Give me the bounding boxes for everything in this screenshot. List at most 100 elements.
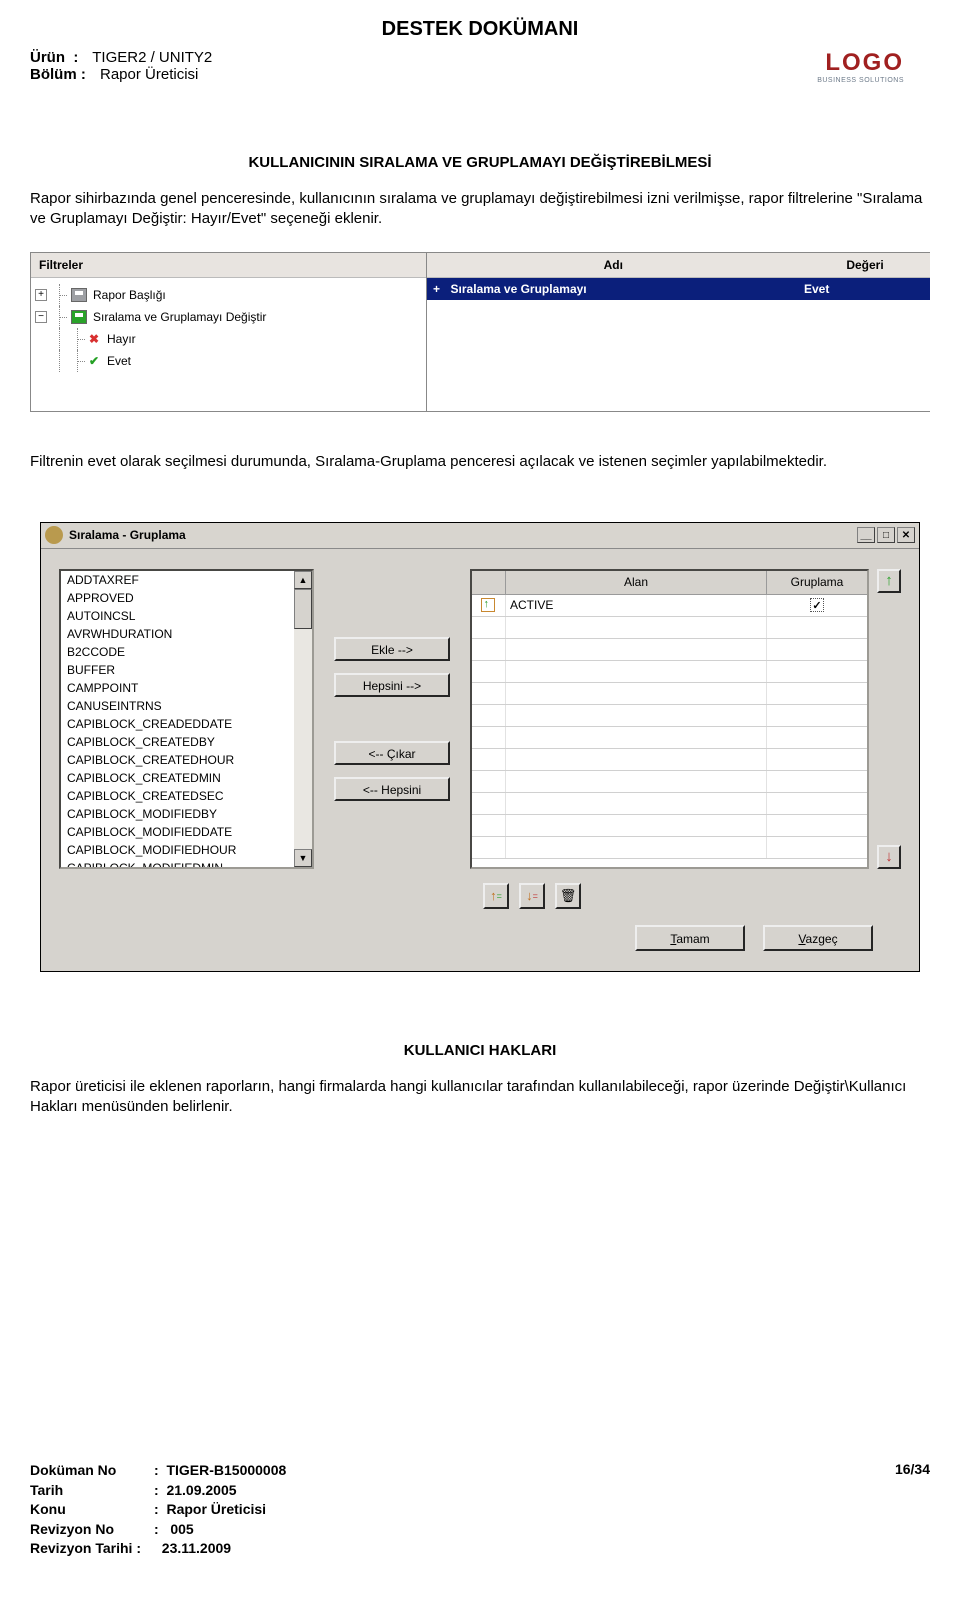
order-toolbar: ↑= ↓= 🗑 — [41, 883, 919, 925]
list-item[interactable]: B2CCODE — [61, 643, 294, 661]
disk-icon — [71, 288, 87, 302]
tree-option-yes[interactable]: ✔ Evet — [35, 350, 422, 372]
product-value: TIGER2 / UNITY2 — [92, 49, 212, 66]
list-item[interactable]: AVRWHDURATION — [61, 625, 294, 643]
cell-field: ACTIVE — [506, 595, 767, 616]
option-label: Hayır — [107, 332, 136, 346]
col-field-header: Alan — [506, 571, 767, 594]
selected-value: Evet — [800, 282, 930, 296]
tree-label: Sıralama ve Gruplamayı Değiştir — [93, 310, 266, 324]
group-checkbox[interactable]: ✓ — [810, 598, 824, 612]
list-item[interactable]: CAPIBLOCK_CREADEDDATE — [61, 715, 294, 733]
logo-text: LOGO — [817, 49, 904, 77]
check-icon: ✔ — [89, 354, 103, 368]
remove-button[interactable]: <-- Çıkar — [334, 741, 450, 765]
tree-option-no[interactable]: ✖ Hayır — [35, 328, 422, 350]
sort-desc-button[interactable]: ↓= — [519, 883, 545, 909]
column-value-header: Değeri — [800, 258, 930, 272]
window-icon — [45, 526, 63, 544]
list-item[interactable]: CAPIBLOCK_MODIFIEDHOUR — [61, 841, 294, 859]
document-title: DESTEK DOKÜMANI — [0, 0, 960, 41]
table-row — [472, 837, 867, 859]
close-button[interactable]: ✕ — [897, 527, 915, 543]
x-icon: ✖ — [89, 332, 103, 346]
table-header: Alan Gruplama — [472, 571, 867, 595]
tree-item[interactable]: + Rapor Başlığı — [35, 284, 422, 306]
footer: Doküman No: TIGER-B15000008 Tarih: 21.09… — [30, 1461, 930, 1559]
selected-filters-header: Adı Değeri — [427, 253, 930, 278]
table-row — [472, 749, 867, 771]
scroll-down-button[interactable]: ▼ — [294, 849, 312, 867]
remove-all-button[interactable]: <-- Hepsini — [334, 777, 450, 801]
selected-name: Sıralama ve Gruplamayı — [447, 282, 800, 296]
collapse-icon[interactable]: − — [35, 311, 47, 323]
table-row — [472, 727, 867, 749]
filters-header: Filtreler — [31, 253, 426, 278]
plus-icon: + — [427, 282, 447, 296]
section-value: Rapor Üreticisi — [100, 66, 198, 83]
scroll-thumb[interactable] — [294, 589, 312, 629]
section-heading-2: KULLANICI HAKLARI — [0, 1042, 960, 1059]
sort-asc-button[interactable]: ↑= — [483, 883, 509, 909]
scroll-up-button[interactable]: ▲ — [294, 571, 312, 589]
window-title: Sıralama - Gruplama — [69, 528, 855, 542]
filter-tree: + Rapor Başlığı − Sıralama ve Gruplamayı… — [31, 278, 426, 411]
filter-panel: Filtreler + Rapor Başlığı − Sıralama ve … — [30, 252, 930, 412]
arrow-up-icon: ↑ — [885, 572, 893, 589]
col-group-header: Gruplama — [767, 571, 867, 594]
tree-item[interactable]: − Sıralama ve Gruplamayı Değiştir — [35, 306, 422, 328]
list-item[interactable]: CAPIBLOCK_CREATEDMIN — [61, 769, 294, 787]
page-number: 16/34 — [895, 1461, 930, 1559]
product-info: Ürün : TIGER2 / UNITY2 Bölüm : Rapor Üre… — [30, 49, 212, 84]
maximize-button[interactable]: □ — [877, 527, 895, 543]
reorder-buttons: ↑ ↓ — [877, 569, 901, 869]
titlebar: Sıralama - Gruplama __ □ ✕ — [41, 523, 919, 549]
table-row — [472, 705, 867, 727]
table-row — [472, 793, 867, 815]
sort-asc-icon[interactable] — [481, 598, 495, 612]
expand-icon[interactable]: + — [35, 289, 47, 301]
minimize-button[interactable]: __ — [857, 527, 875, 543]
footer-meta: Doküman No: TIGER-B15000008 Tarih: 21.09… — [30, 1461, 286, 1559]
list-item[interactable]: CAPIBLOCK_CREATEDHOUR — [61, 751, 294, 769]
list-item[interactable]: APPROVED — [61, 589, 294, 607]
list-item[interactable]: CAMPPOINT — [61, 679, 294, 697]
add-all-button[interactable]: Hepsini --> — [334, 673, 450, 697]
table-row — [472, 639, 867, 661]
list-item[interactable]: CAPIBLOCK_CREATEDSEC — [61, 787, 294, 805]
paragraph-1: Rapor sihirbazında genel penceresinde, k… — [30, 189, 930, 230]
list-item[interactable]: ADDTAXREF — [61, 571, 294, 589]
list-item[interactable]: CANUSEINTRNS — [61, 697, 294, 715]
ok-button[interactable]: Tamam — [635, 925, 745, 951]
dialog-body: ADDTAXREFAPPROVEDAUTOINCSLAVRWHDURATIONB… — [41, 549, 919, 883]
add-button[interactable]: Ekle --> — [334, 637, 450, 661]
logo-subtitle: BUSINESS SOLUTIONS — [817, 77, 904, 84]
selected-filter-row[interactable]: + Sıralama ve Gruplamayı Evet — [427, 278, 930, 300]
paragraph-3: Rapor üreticisi ile eklenen raporların, … — [30, 1077, 930, 1118]
list-item[interactable]: CAPIBLOCK_CREATEDBY — [61, 733, 294, 751]
scroll-track[interactable] — [294, 629, 312, 849]
table-row[interactable]: ACTIVE ✓ — [472, 595, 867, 617]
list-item[interactable]: CAPIBLOCK_MODIFIEDDATE — [61, 823, 294, 841]
transfer-buttons: Ekle --> Hepsini --> <-- Çıkar <-- Hepsi… — [334, 569, 450, 869]
sort-group-dialog: Sıralama - Gruplama __ □ ✕ ADDTAXREFAPPR… — [40, 522, 920, 972]
move-up-button[interactable]: ↑ — [877, 569, 901, 593]
delete-button[interactable]: 🗑 — [555, 883, 581, 909]
paragraph-2: Filtrenin evet olarak seçilmesi durumund… — [30, 452, 930, 472]
arrow-down-icon: ↓ — [885, 848, 893, 865]
tree-label: Rapor Başlığı — [93, 288, 166, 302]
scrollbar[interactable]: ▲ ▼ — [294, 571, 312, 867]
list-item[interactable]: BUFFER — [61, 661, 294, 679]
cancel-button[interactable]: Vazgeç — [763, 925, 873, 951]
move-down-button[interactable]: ↓ — [877, 845, 901, 869]
list-item[interactable]: AUTOINCSL — [61, 607, 294, 625]
field-list[interactable]: ADDTAXREFAPPROVEDAUTOINCSLAVRWHDURATIONB… — [59, 569, 314, 869]
table-row — [472, 683, 867, 705]
list-item[interactable]: CAPIBLOCK_MODIFIEDBY — [61, 805, 294, 823]
disk-icon — [71, 310, 87, 324]
logo: LOGO BUSINESS SOLUTIONS — [817, 49, 904, 84]
list-item[interactable]: CAPIBLOCK_MODIFIEDMIN — [61, 859, 294, 867]
section-label: Bölüm : — [30, 66, 86, 83]
filter-left-pane: Filtreler + Rapor Başlığı − Sıralama ve … — [31, 253, 427, 411]
table-row — [472, 617, 867, 639]
